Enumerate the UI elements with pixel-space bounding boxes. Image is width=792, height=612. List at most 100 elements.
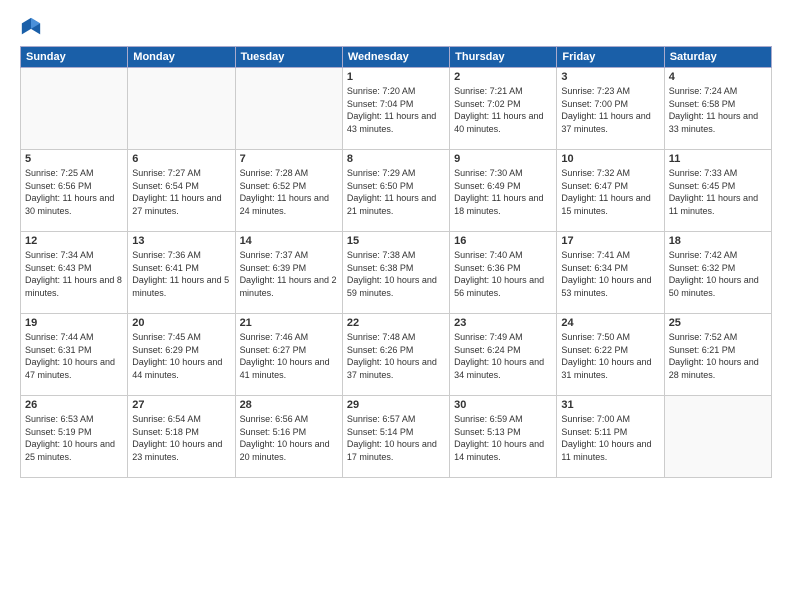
weekday-header-monday: Monday bbox=[128, 47, 235, 68]
day-info: Sunrise: 7:33 AM Sunset: 6:45 PM Dayligh… bbox=[669, 167, 767, 217]
calendar-cell: 24 Sunrise: 7:50 AM Sunset: 6:22 PM Dayli… bbox=[557, 314, 664, 396]
calendar-cell bbox=[235, 68, 342, 150]
weekday-header-friday: Friday bbox=[557, 47, 664, 68]
calendar-cell bbox=[21, 68, 128, 150]
calendar-cell: 9 Sunrise: 7:30 AM Sunset: 6:49 PM Daylig… bbox=[450, 150, 557, 232]
day-info: Sunrise: 7:30 AM Sunset: 6:49 PM Dayligh… bbox=[454, 167, 552, 217]
calendar-cell: 16 Sunrise: 7:40 AM Sunset: 6:36 PM Dayli… bbox=[450, 232, 557, 314]
day-info: Sunrise: 6:53 AM Sunset: 5:19 PM Dayligh… bbox=[25, 413, 123, 463]
calendar-week-5: 26 Sunrise: 6:53 AM Sunset: 5:19 PM Dayli… bbox=[21, 396, 772, 478]
calendar-cell: 30 Sunrise: 6:59 AM Sunset: 5:13 PM Dayli… bbox=[450, 396, 557, 478]
calendar-cell: 22 Sunrise: 7:48 AM Sunset: 6:26 PM Dayli… bbox=[342, 314, 449, 396]
calendar-cell bbox=[128, 68, 235, 150]
day-info: Sunrise: 7:23 AM Sunset: 7:00 PM Dayligh… bbox=[561, 85, 659, 135]
calendar-cell: 17 Sunrise: 7:41 AM Sunset: 6:34 PM Dayli… bbox=[557, 232, 664, 314]
calendar-week-3: 12Sunrise: 7:34 AM Sunset: 6:43 PM Dayli… bbox=[21, 232, 772, 314]
day-info: Sunrise: 7:38 AM Sunset: 6:38 PM Dayligh… bbox=[347, 249, 445, 299]
day-number: 26 bbox=[25, 399, 123, 411]
calendar-cell: 5 Sunrise: 7:25 AM Sunset: 6:56 PM Daylig… bbox=[21, 150, 128, 232]
calendar-cell: 8 Sunrise: 7:29 AM Sunset: 6:50 PM Daylig… bbox=[342, 150, 449, 232]
day-info: Sunrise: 7:40 AM Sunset: 6:36 PM Dayligh… bbox=[454, 249, 552, 299]
day-number: 9 bbox=[454, 153, 552, 165]
calendar-week-1: 1 Sunrise: 7:20 AM Sunset: 7:04 PM Daylig… bbox=[21, 68, 772, 150]
calendar-cell: 15Sunrise: 7:38 AM Sunset: 6:38 PM Dayli… bbox=[342, 232, 449, 314]
day-info: Sunrise: 7:32 AM Sunset: 6:47 PM Dayligh… bbox=[561, 167, 659, 217]
day-number: 21 bbox=[240, 317, 338, 329]
calendar-cell: 21 Sunrise: 7:46 AM Sunset: 6:27 PM Dayli… bbox=[235, 314, 342, 396]
page: SundayMondayTuesdayWednesdayThursdayFrid… bbox=[0, 0, 792, 612]
day-number: 22 bbox=[347, 317, 445, 329]
day-info: Sunrise: 6:59 AM Sunset: 5:13 PM Dayligh… bbox=[454, 413, 552, 463]
day-info: Sunrise: 7:27 AM Sunset: 6:54 PM Dayligh… bbox=[132, 167, 230, 217]
day-number: 7 bbox=[240, 153, 338, 165]
calendar-cell: 12Sunrise: 7:34 AM Sunset: 6:43 PM Dayli… bbox=[21, 232, 128, 314]
day-info: Sunrise: 7:50 AM Sunset: 6:22 PM Dayligh… bbox=[561, 331, 659, 381]
calendar-cell: 19 Sunrise: 7:44 AM Sunset: 6:31 PM Dayli… bbox=[21, 314, 128, 396]
calendar-cell: 2 Sunrise: 7:21 AM Sunset: 7:02 PM Daylig… bbox=[450, 68, 557, 150]
day-info: Sunrise: 7:46 AM Sunset: 6:27 PM Dayligh… bbox=[240, 331, 338, 381]
calendar-cell: 4Sunrise: 7:24 AM Sunset: 6:58 PM Daylig… bbox=[664, 68, 771, 150]
calendar-cell: 3 Sunrise: 7:23 AM Sunset: 7:00 PM Daylig… bbox=[557, 68, 664, 150]
weekday-header-wednesday: Wednesday bbox=[342, 47, 449, 68]
day-info: Sunrise: 7:25 AM Sunset: 6:56 PM Dayligh… bbox=[25, 167, 123, 217]
day-number: 13 bbox=[132, 235, 230, 247]
day-number: 5 bbox=[25, 153, 123, 165]
calendar-cell: 14Sunrise: 7:37 AM Sunset: 6:39 PM Dayli… bbox=[235, 232, 342, 314]
header bbox=[20, 16, 772, 38]
day-info: Sunrise: 7:00 AM Sunset: 5:11 PM Dayligh… bbox=[561, 413, 659, 463]
calendar-cell: 13Sunrise: 7:36 AM Sunset: 6:41 PM Dayli… bbox=[128, 232, 235, 314]
day-number: 17 bbox=[561, 235, 659, 247]
calendar-cell: 20Sunrise: 7:45 AM Sunset: 6:29 PM Dayli… bbox=[128, 314, 235, 396]
weekday-header-row: SundayMondayTuesdayWednesdayThursdayFrid… bbox=[21, 47, 772, 68]
day-number: 6 bbox=[132, 153, 230, 165]
day-number: 23 bbox=[454, 317, 552, 329]
calendar-cell: 25 Sunrise: 7:52 AM Sunset: 6:21 PM Dayli… bbox=[664, 314, 771, 396]
calendar-cell: 27 Sunrise: 6:54 AM Sunset: 5:18 PM Dayli… bbox=[128, 396, 235, 478]
day-number: 20 bbox=[132, 317, 230, 329]
logo bbox=[20, 16, 46, 38]
day-info: Sunrise: 7:48 AM Sunset: 6:26 PM Dayligh… bbox=[347, 331, 445, 381]
generalblue-logo-icon bbox=[20, 16, 42, 38]
day-number: 19 bbox=[25, 317, 123, 329]
day-info: Sunrise: 7:44 AM Sunset: 6:31 PM Dayligh… bbox=[25, 331, 123, 381]
calendar-cell: 6 Sunrise: 7:27 AM Sunset: 6:54 PM Daylig… bbox=[128, 150, 235, 232]
day-info: Sunrise: 7:20 AM Sunset: 7:04 PM Dayligh… bbox=[347, 85, 445, 135]
day-info: Sunrise: 6:54 AM Sunset: 5:18 PM Dayligh… bbox=[132, 413, 230, 463]
calendar-cell: 11Sunrise: 7:33 AM Sunset: 6:45 PM Dayli… bbox=[664, 150, 771, 232]
day-info: Sunrise: 7:21 AM Sunset: 7:02 PM Dayligh… bbox=[454, 85, 552, 135]
day-info: Sunrise: 7:41 AM Sunset: 6:34 PM Dayligh… bbox=[561, 249, 659, 299]
calendar-cell: 26 Sunrise: 6:53 AM Sunset: 5:19 PM Dayli… bbox=[21, 396, 128, 478]
day-info: Sunrise: 7:37 AM Sunset: 6:39 PM Dayligh… bbox=[240, 249, 338, 299]
calendar-cell: 23Sunrise: 7:49 AM Sunset: 6:24 PM Dayli… bbox=[450, 314, 557, 396]
calendar-cell: 31 Sunrise: 7:00 AM Sunset: 5:11 PM Dayli… bbox=[557, 396, 664, 478]
day-info: Sunrise: 7:28 AM Sunset: 6:52 PM Dayligh… bbox=[240, 167, 338, 217]
calendar-cell: 1 Sunrise: 7:20 AM Sunset: 7:04 PM Daylig… bbox=[342, 68, 449, 150]
day-number: 16 bbox=[454, 235, 552, 247]
calendar-cell: 7 Sunrise: 7:28 AM Sunset: 6:52 PM Daylig… bbox=[235, 150, 342, 232]
day-info: Sunrise: 7:42 AM Sunset: 6:32 PM Dayligh… bbox=[669, 249, 767, 299]
day-info: Sunrise: 6:56 AM Sunset: 5:16 PM Dayligh… bbox=[240, 413, 338, 463]
day-number: 4 bbox=[669, 71, 767, 83]
weekday-header-tuesday: Tuesday bbox=[235, 47, 342, 68]
day-number: 29 bbox=[347, 399, 445, 411]
day-number: 18 bbox=[669, 235, 767, 247]
calendar-week-4: 19 Sunrise: 7:44 AM Sunset: 6:31 PM Dayli… bbox=[21, 314, 772, 396]
day-number: 2 bbox=[454, 71, 552, 83]
day-number: 12 bbox=[25, 235, 123, 247]
day-info: Sunrise: 7:52 AM Sunset: 6:21 PM Dayligh… bbox=[669, 331, 767, 381]
calendar-cell bbox=[664, 396, 771, 478]
calendar-week-2: 5 Sunrise: 7:25 AM Sunset: 6:56 PM Daylig… bbox=[21, 150, 772, 232]
day-info: Sunrise: 7:29 AM Sunset: 6:50 PM Dayligh… bbox=[347, 167, 445, 217]
day-number: 31 bbox=[561, 399, 659, 411]
day-number: 3 bbox=[561, 71, 659, 83]
calendar-cell: 18 Sunrise: 7:42 AM Sunset: 6:32 PM Dayli… bbox=[664, 232, 771, 314]
calendar-cell: 29Sunrise: 6:57 AM Sunset: 5:14 PM Dayli… bbox=[342, 396, 449, 478]
weekday-header-saturday: Saturday bbox=[664, 47, 771, 68]
day-number: 27 bbox=[132, 399, 230, 411]
day-number: 30 bbox=[454, 399, 552, 411]
day-number: 1 bbox=[347, 71, 445, 83]
day-number: 28 bbox=[240, 399, 338, 411]
day-number: 25 bbox=[669, 317, 767, 329]
day-number: 8 bbox=[347, 153, 445, 165]
day-number: 24 bbox=[561, 317, 659, 329]
